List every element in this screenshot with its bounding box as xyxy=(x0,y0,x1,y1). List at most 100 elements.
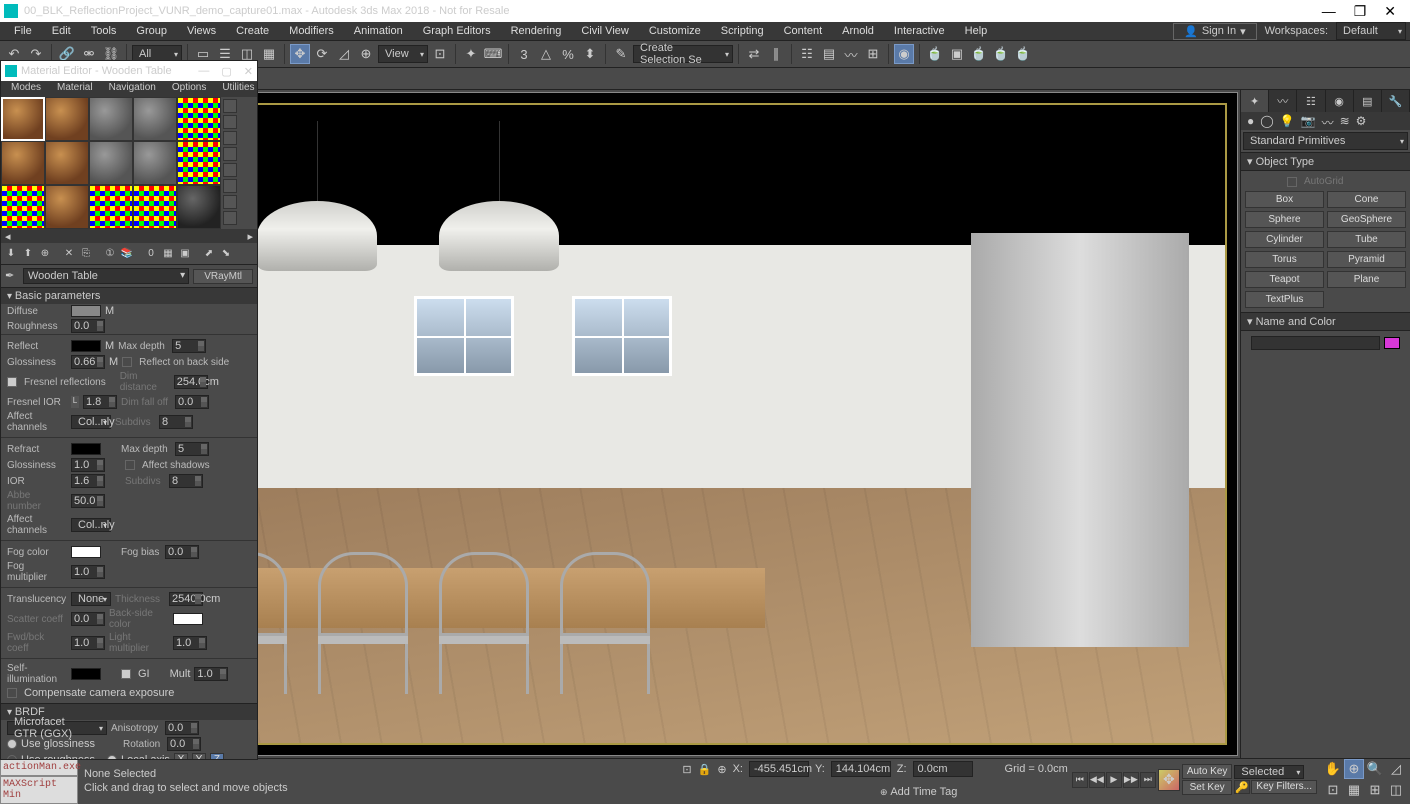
keymode-dropdown[interactable]: Selected xyxy=(1234,765,1304,779)
sample-slot-13[interactable] xyxy=(89,185,133,229)
material-editor-titlebar[interactable]: Material Editor - Wooden Table — ▢ ✕ xyxy=(1,61,257,81)
menu-edit[interactable]: Edit xyxy=(42,23,81,39)
angle-snap-button[interactable]: △ xyxy=(536,44,556,64)
zoom-extents-button[interactable]: ⊡ xyxy=(1323,780,1343,800)
gi-checkbox[interactable] xyxy=(121,669,131,679)
select-scale-button[interactable]: ◿ xyxy=(334,44,354,64)
menu-rendering[interactable]: Rendering xyxy=(501,23,572,39)
dim-distance-spinner[interactable]: 254.0cm xyxy=(174,375,208,389)
menu-customize[interactable]: Customize xyxy=(639,23,711,39)
reset-button[interactable]: ✕ xyxy=(61,246,77,262)
select-by-material-button[interactable] xyxy=(223,211,237,225)
zoom-region-button[interactable]: ◫ xyxy=(1386,780,1406,800)
refcoord-dropdown[interactable]: View xyxy=(378,45,428,63)
fog-color-swatch[interactable] xyxy=(71,546,101,558)
translucency-dropdown[interactable]: None xyxy=(71,592,111,606)
orbit-button[interactable]: ⊕ xyxy=(1344,759,1364,779)
reflect-map-button[interactable]: M xyxy=(105,340,114,352)
snap-toggle-button[interactable]: 3 xyxy=(514,44,534,64)
y-input[interactable]: 144.104cm xyxy=(831,761,891,777)
select-place-button[interactable]: ⊕ xyxy=(356,44,376,64)
subtab-lights[interactable]: 💡 xyxy=(1280,114,1295,128)
diffuse-color-swatch[interactable] xyxy=(71,305,101,317)
rendered-frame-button[interactable]: ▣ xyxy=(947,44,967,64)
btn-textplus[interactable]: TextPlus xyxy=(1245,291,1324,308)
isolate-button[interactable]: ⊡ xyxy=(682,763,691,776)
rotation-spinner[interactable]: 0.0 xyxy=(167,737,201,751)
assign-button[interactable]: ⊕ xyxy=(37,246,53,262)
btn-pyramid[interactable]: Pyramid xyxy=(1327,251,1406,268)
anisotropy-spinner[interactable]: 0.0 xyxy=(165,721,199,735)
sample-slot-14[interactable] xyxy=(133,185,177,229)
material-type-button[interactable]: VRayMtl xyxy=(193,269,253,284)
select-rotate-button[interactable]: ⟳ xyxy=(312,44,332,64)
subtab-systems[interactable]: ⚙ xyxy=(1356,114,1367,128)
btn-geosphere[interactable]: GeoSphere xyxy=(1327,211,1406,228)
object-name-input[interactable] xyxy=(1251,336,1380,350)
select-manipulate-button[interactable]: ✦ xyxy=(461,44,481,64)
tab-modify[interactable]: 〰 xyxy=(1269,90,1297,112)
menu-modifiers[interactable]: Modifiers xyxy=(279,23,344,39)
keyfilters-button[interactable]: Key Filters... xyxy=(1251,780,1317,794)
selection-lock-button[interactable]: 🔒 xyxy=(698,763,712,776)
btn-cone[interactable]: Cone xyxy=(1327,191,1406,208)
brdf-type-dropdown[interactable]: Microfacet GTR (GGX) xyxy=(7,721,107,735)
workspace-dropdown[interactable]: Default xyxy=(1336,22,1406,40)
percent-snap-button[interactable]: % xyxy=(558,44,578,64)
primitive-category-dropdown[interactable]: Standard Primitives xyxy=(1243,132,1408,150)
max-viewport-button[interactable]: ⊞ xyxy=(1365,780,1385,800)
sample-slot-2[interactable] xyxy=(45,97,89,141)
ior-spinner[interactable]: 1.6 xyxy=(71,474,105,488)
refract-glossiness-spinner[interactable]: 1.0 xyxy=(71,458,105,472)
sample-slot-4[interactable] xyxy=(133,97,177,141)
align-button[interactable]: ∥ xyxy=(766,44,786,64)
sample-slot-1[interactable] xyxy=(1,97,45,141)
zoom-all-button[interactable]: ▦ xyxy=(1344,780,1364,800)
pick-material-button[interactable]: ✒ xyxy=(5,269,19,283)
material-editor-button[interactable]: ◉ xyxy=(894,44,914,64)
abbe-spinner[interactable]: 50.0 xyxy=(71,494,105,508)
subtab-cameras[interactable]: 📷 xyxy=(1301,114,1316,128)
sample-slot-9[interactable] xyxy=(133,141,177,185)
refract-affect-channels-dropdown[interactable]: Col..nly xyxy=(71,518,111,532)
refract-color-swatch[interactable] xyxy=(71,443,101,455)
use-center-button[interactable]: ⊡ xyxy=(430,44,450,64)
subtab-spacewarps[interactable]: ≋ xyxy=(1340,114,1350,128)
render-setup-button[interactable]: 🍵 xyxy=(925,44,945,64)
menu-help[interactable]: Help xyxy=(955,23,998,39)
edit-selection-button[interactable]: ✎ xyxy=(611,44,631,64)
minimize-button[interactable]: — xyxy=(1322,3,1336,20)
lightmult-spinner[interactable]: 1.0 xyxy=(173,636,207,650)
reflect-maxdepth-spinner[interactable]: 5 xyxy=(172,339,206,353)
axis-x-button[interactable]: X xyxy=(174,753,188,759)
menu-create[interactable]: Create xyxy=(226,23,279,39)
reflect-subdivs-spinner[interactable]: 8 xyxy=(159,415,193,429)
fov-button[interactable]: ◿ xyxy=(1386,759,1406,779)
sample-slot-10[interactable] xyxy=(177,141,221,185)
affect-channels-dropdown[interactable]: Col..nly xyxy=(71,415,111,429)
me-menu-material[interactable]: Material xyxy=(49,81,101,97)
thickness-spinner[interactable]: 2540.0cm xyxy=(169,592,203,606)
refract-maxdepth-spinner[interactable]: 5 xyxy=(175,442,209,456)
schematic-button[interactable]: ⊞ xyxy=(863,44,883,64)
sample-uv-button[interactable] xyxy=(223,147,237,161)
sample-slot-8[interactable] xyxy=(89,141,133,185)
tab-utilities[interactable]: 🔧 xyxy=(1382,90,1410,112)
select-move-button[interactable]: ✥ xyxy=(290,44,310,64)
signin-button[interactable]: 👤 Sign In ▾ xyxy=(1173,23,1256,40)
btn-torus[interactable]: Torus xyxy=(1245,251,1324,268)
fresnel-ior-spinner[interactable]: 1.8 xyxy=(83,395,117,409)
btn-tube[interactable]: Tube xyxy=(1327,231,1406,248)
btn-teapot[interactable]: Teapot xyxy=(1245,271,1324,288)
next-frame-button[interactable]: ▶▶ xyxy=(1123,772,1139,788)
x-input[interactable]: -455.451cm xyxy=(749,761,809,777)
fog-bias-spinner[interactable]: 0.0 xyxy=(165,545,199,559)
put-to-library-button[interactable]: 📚 xyxy=(119,246,135,262)
goto-end-button[interactable]: ⏭ xyxy=(1140,772,1156,788)
add-time-tag[interactable]: ⊕ Add Time Tag xyxy=(880,786,957,798)
keyboard-shortcut-button[interactable]: ⌨ xyxy=(483,44,503,64)
tab-motion[interactable]: ◉ xyxy=(1326,90,1354,112)
menu-scripting[interactable]: Scripting xyxy=(711,23,774,39)
glossiness-map-button[interactable]: M xyxy=(109,356,118,368)
object-color-swatch[interactable] xyxy=(1384,337,1400,349)
